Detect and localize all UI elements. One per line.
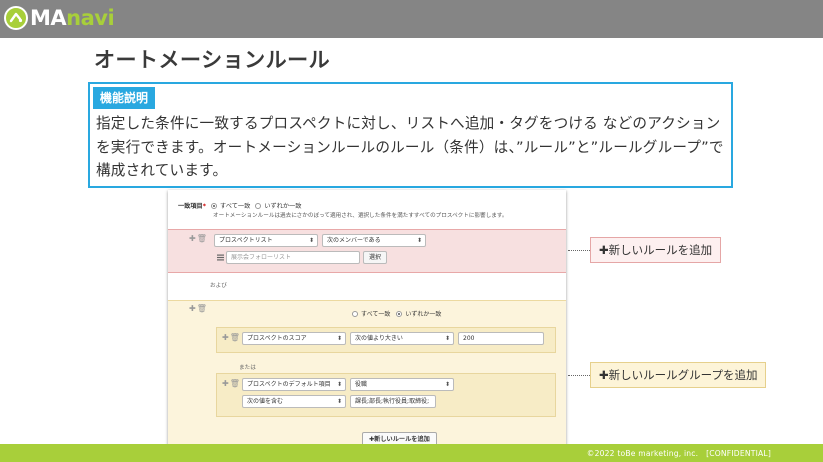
contains-operator-select[interactable]: 次の値を含む ⬍ xyxy=(242,395,346,408)
add-icon[interactable]: ✚ xyxy=(189,304,196,313)
logo-mark-icon xyxy=(4,6,28,30)
match-row: 一致項目* すべて一致 いずれか一致 xyxy=(178,201,301,210)
trash-icon[interactable]: 🗑 xyxy=(230,333,240,342)
group-rule-actions: ✚ 🗑 xyxy=(222,379,240,388)
trash-icon[interactable]: 🗑 xyxy=(230,379,240,388)
or-label: または xyxy=(239,365,256,371)
match-label: 一致項目* xyxy=(178,203,206,210)
logo-text: MAnavi xyxy=(30,6,115,30)
page-title: オートメーションルール xyxy=(94,48,331,72)
select-arrows-icon: ⬍ xyxy=(336,398,342,405)
select-arrows-icon: ⬍ xyxy=(308,237,314,244)
callout-leader-line xyxy=(568,250,590,251)
select-arrows-icon: ⬍ xyxy=(444,335,450,342)
callout-leader-line xyxy=(568,375,590,376)
title-subfield-select[interactable]: 役職 ⬍ xyxy=(350,378,454,391)
top-bar: MAnavi xyxy=(0,0,823,38)
select-arrows-icon: ⬍ xyxy=(444,381,450,388)
add-group-callout: ✚新しいルールグループを追加 xyxy=(590,362,767,388)
add-icon[interactable]: ✚ xyxy=(189,234,196,243)
rule-operator-select[interactable]: 次のメンバーである ⬍ xyxy=(322,234,426,247)
list-icon xyxy=(217,254,224,261)
radio-icon[interactable] xyxy=(255,202,262,209)
score-operator-select[interactable]: 次の値より大きい ⬍ xyxy=(350,332,454,345)
and-divider: および xyxy=(168,273,566,300)
radio-icon[interactable] xyxy=(352,310,358,317)
select-arrows-icon: ⬍ xyxy=(336,381,342,388)
trash-icon[interactable]: 🗑 xyxy=(197,304,207,313)
description-text: 指定した条件に一致するプロスペクトに対し、リストへ追加・タグをつける などのアク… xyxy=(96,115,724,179)
match-option-any[interactable]: いずれか一致 xyxy=(255,201,301,210)
radio-selected-icon[interactable] xyxy=(396,310,403,317)
score-field-select[interactable]: プロスペクトのスコア ⬍ xyxy=(242,332,346,345)
group-match-row: すべて一致 いずれか一致 xyxy=(352,309,441,318)
radio-selected-icon[interactable] xyxy=(211,202,217,209)
add-icon[interactable]: ✚ xyxy=(222,379,229,388)
logo: MAnavi xyxy=(4,5,115,31)
add-rule-callout: ✚新しいルールを追加 xyxy=(590,237,722,263)
rule-editor-panel: 一致項目* すべて一致 いずれか一致 オートメーションルールは過去にさかのぼって… xyxy=(168,190,566,452)
rule-actions: ✚ 🗑 xyxy=(189,234,207,243)
default-field-select[interactable]: プロスペクトのデフォルト項目 ⬍ xyxy=(242,378,346,391)
trash-icon[interactable]: 🗑 xyxy=(197,234,207,243)
match-option-all[interactable]: すべて一致 xyxy=(211,201,250,210)
list-input[interactable]: 展示会フォローリスト xyxy=(226,251,360,264)
group-match-option-any[interactable]: いずれか一致 xyxy=(396,309,441,318)
match-note: オートメーションルールは過去にさかのぼって適用され、選択した条件を満たすすべての… xyxy=(213,213,508,219)
footer-bar: ©2022 toBe marketing, inc. [CONFIDENTIAL… xyxy=(0,444,823,462)
description-box: 機能説明 指定した条件に一致するプロスペクトに対し、リストへ追加・タグをつける … xyxy=(88,82,733,188)
group-actions: ✚ 🗑 xyxy=(189,304,207,313)
rule-field-select[interactable]: プロスペクトリスト ⬍ xyxy=(214,234,318,247)
copyright: ©2022 toBe marketing, inc. [CONFIDENTIAL… xyxy=(586,449,771,458)
select-arrows-icon: ⬍ xyxy=(336,335,342,342)
add-icon[interactable]: ✚ xyxy=(222,333,229,342)
score-value-input[interactable]: 200 xyxy=(458,332,544,345)
group-match-option-all[interactable]: すべて一致 xyxy=(352,309,390,318)
select-arrows-icon: ⬍ xyxy=(416,237,422,244)
group-rule-actions: ✚ 🗑 xyxy=(222,333,240,342)
description-tag: 機能説明 xyxy=(93,87,156,109)
rule-group: ✚ 🗑 すべて一致 いずれか一致 ✚ 🗑 プロスペクトのスコア ⬍ 次の値より大きい ⬍… xyxy=(168,300,566,452)
select-list-button[interactable]: 選択 xyxy=(363,251,388,264)
and-label: および xyxy=(210,283,227,289)
title-value-input[interactable]: 課長;部長;執行役員;取締役; xyxy=(350,395,436,408)
